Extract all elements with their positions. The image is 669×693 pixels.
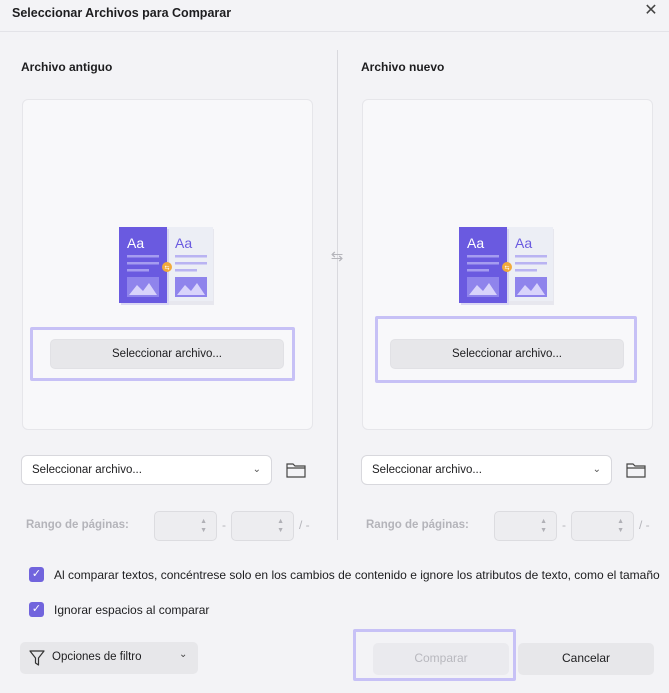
old-select-file-button[interactable]: Seleccionar archivo...: [50, 339, 284, 369]
cancel-button[interactable]: Cancelar: [518, 643, 654, 675]
new-range-end-spinner[interactable]: ▲ ▼: [571, 511, 634, 541]
new-range-start-spinner[interactable]: ▲ ▼: [494, 511, 557, 541]
column-divider: [337, 50, 338, 540]
new-illus-left-text: Aa: [467, 235, 484, 251]
spinner-arrows-icon: ▲ ▼: [277, 518, 284, 534]
old-file-heading: Archivo antiguo: [21, 60, 113, 74]
swap-arrows-icon[interactable]: ⇆: [327, 249, 347, 265]
filter-icon: [29, 650, 45, 666]
new-range-total: / -: [639, 518, 650, 532]
dialog-title: Seleccionar Archivos para Comparar: [12, 6, 232, 20]
folder-icon[interactable]: [626, 462, 646, 478]
compare-button[interactable]: Comparar: [373, 643, 509, 675]
chevron-down-icon: ⌄: [592, 464, 601, 475]
title-divider: [0, 31, 669, 32]
new-select-file-button[interactable]: Seleccionar archivo...: [390, 339, 624, 369]
old-illus-left-text: Aa: [127, 235, 144, 251]
old-range-separator: -: [222, 518, 226, 532]
ignore-spaces-label: Ignorar espacios al comparar: [54, 603, 210, 617]
svg-text:⇆: ⇆: [505, 265, 510, 272]
new-illus-right-text: Aa: [515, 235, 532, 251]
compare-content-label: Al comparar textos, concéntrese solo en …: [54, 568, 660, 582]
svg-text:⇆: ⇆: [165, 265, 170, 272]
chevron-down-icon: ⌄: [179, 649, 188, 660]
old-range-end-spinner[interactable]: ▲ ▼: [231, 511, 294, 541]
old-file-dropdown[interactable]: Seleccionar archivo... ⌄: [21, 455, 272, 485]
close-icon[interactable]: ✕: [643, 3, 659, 19]
ignore-spaces-checkbox[interactable]: ✓: [29, 602, 44, 617]
new-file-dropdown[interactable]: Seleccionar archivo... ⌄: [361, 455, 612, 485]
new-file-heading: Archivo nuevo: [361, 60, 445, 74]
filter-options-button[interactable]: Opciones de filtro ⌄: [20, 642, 198, 674]
filter-options-label: Opciones de filtro: [52, 651, 142, 663]
compare-content-checkbox[interactable]: ✓: [29, 567, 44, 582]
spinner-arrows-icon: ▲ ▼: [540, 518, 547, 534]
spinner-arrows-icon: ▲ ▼: [617, 518, 624, 534]
new-page-range-label: Rango de páginas:: [366, 519, 469, 531]
old-illus-right-text: Aa: [175, 235, 192, 251]
document-compare-illustration: Aa Aa ⇆: [459, 227, 554, 305]
old-range-start-spinner[interactable]: ▲ ▼: [154, 511, 217, 541]
new-file-dropdown-value: Seleccionar archivo...: [372, 464, 482, 476]
new-range-separator: -: [562, 518, 566, 532]
folder-icon[interactable]: [286, 462, 306, 478]
spinner-arrows-icon: ▲ ▼: [200, 518, 207, 534]
chevron-down-icon: ⌄: [252, 464, 261, 475]
old-file-dropdown-value: Seleccionar archivo...: [32, 464, 142, 476]
document-compare-illustration: Aa Aa ⇆: [119, 227, 214, 305]
old-page-range-label: Rango de páginas:: [26, 519, 129, 531]
old-range-total: / -: [299, 518, 310, 532]
